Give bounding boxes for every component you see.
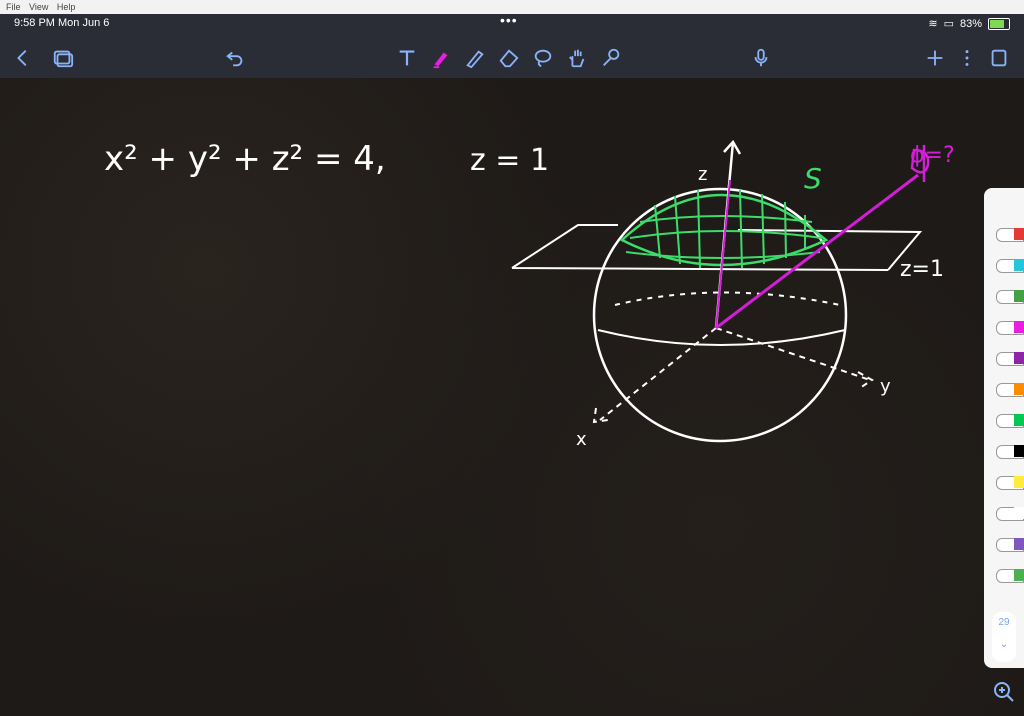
palette-pen[interactable] (984, 503, 1024, 523)
pen-color-swatch (1014, 476, 1024, 488)
menu-file[interactable]: File (6, 0, 21, 14)
menu-view[interactable]: View (29, 0, 48, 14)
pen-color-swatch (1014, 414, 1024, 426)
eraser-icon[interactable] (496, 45, 522, 71)
equator-front (597, 329, 846, 346)
pen-color-swatch (1014, 383, 1024, 395)
z-axis-label: z (698, 164, 707, 185)
y-axis (715, 327, 874, 389)
plane-equation-text: z = 1 (470, 143, 549, 178)
battery-percent: 83% (959, 17, 982, 30)
screen-icon: ▭ (943, 18, 954, 30)
laser-icon[interactable] (598, 45, 624, 71)
y-axis-label: y (880, 376, 891, 397)
color-palette (984, 188, 1024, 668)
undo-icon[interactable] (222, 45, 248, 71)
x-axis-label: x (576, 429, 587, 450)
palette-pen[interactable] (984, 472, 1024, 492)
tool-group (394, 44, 624, 72)
more-icon[interactable] (954, 45, 980, 71)
palette-pen[interactable] (984, 224, 1024, 244)
palette-pen[interactable] (984, 534, 1024, 554)
pen-color-swatch (1014, 569, 1024, 581)
palette-pen[interactable] (984, 348, 1024, 368)
lasso-icon[interactable] (530, 45, 556, 71)
chevron-down-icon[interactable]: ⌄ (1000, 639, 1008, 650)
pen-color-swatch (1014, 259, 1024, 271)
pen-color-swatch (1014, 352, 1024, 364)
status-bar: 9:58 PM Mon Jun 6 ••• ≋ ▭ 83% (0, 12, 1024, 36)
highlighter-icon[interactable] (428, 45, 454, 71)
handwriting-layer: x² + y² + z² = 4, z = 1 z S z=1 x y ϕ=? (104, 139, 955, 450)
phi-ref-line (715, 179, 731, 329)
palette-pen[interactable] (984, 317, 1024, 337)
palette-pen[interactable] (984, 255, 1024, 275)
pen-color-swatch (1014, 228, 1024, 240)
toolbar-left (10, 44, 76, 72)
pen-icon[interactable] (462, 45, 488, 71)
palette-pen[interactable] (984, 286, 1024, 306)
drawing-canvas[interactable]: x² + y² + z² = 4, z = 1 z S z=1 x y ϕ=? (0, 78, 1024, 716)
plane-label: z=1 (900, 257, 944, 282)
palette-pen[interactable] (984, 379, 1024, 399)
mic-group (748, 44, 774, 72)
status-right: ≋ ▭ 83% (928, 17, 1010, 30)
wifi-icon: ≋ (928, 18, 938, 30)
text-tool-icon[interactable] (394, 45, 420, 71)
page-indicator[interactable]: 29 ⌄ (992, 612, 1016, 662)
page-icon[interactable] (986, 45, 1012, 71)
palette-pen[interactable] (984, 410, 1024, 430)
battery-icon (988, 17, 1010, 30)
multitask-dots[interactable]: ••• (500, 12, 518, 28)
add-icon[interactable] (922, 45, 948, 71)
mic-icon[interactable] (748, 45, 774, 71)
palette-pen[interactable] (984, 441, 1024, 461)
hand-icon[interactable] (564, 45, 590, 71)
page-number: 29 (998, 617, 1010, 628)
app-toolbar: 9:58 PM Mon Jun 6 ••• ≋ ▭ 83% (0, 12, 1024, 78)
status-time: 9:58 PM Mon Jun 6 (14, 17, 110, 29)
zoom-icon[interactable] (992, 680, 1016, 704)
x-axis (592, 327, 717, 424)
pen-color-swatch (1014, 507, 1024, 519)
palette-pen[interactable] (984, 565, 1024, 585)
equator-back (614, 291, 841, 306)
equation-text: x² + y² + z² = 4, (104, 139, 386, 179)
back-icon[interactable] (10, 45, 36, 71)
pen-color-swatch (1014, 538, 1024, 550)
undo-group (222, 44, 248, 72)
pen-color-swatch (1014, 290, 1024, 302)
pen-color-swatch (1014, 321, 1024, 333)
pen-color-swatch (1014, 445, 1024, 457)
phi-question-label: ϕ=? (910, 143, 955, 168)
toolbar-right (922, 44, 1012, 72)
pages-icon[interactable] (50, 45, 76, 71)
menu-help[interactable]: Help (57, 0, 76, 14)
surface-label: S (804, 162, 822, 195)
